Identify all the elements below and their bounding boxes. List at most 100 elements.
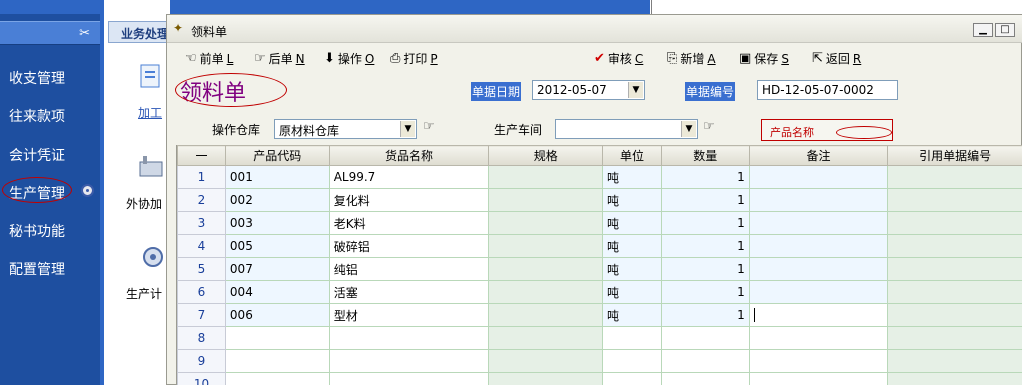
cell-code[interactable]: 006	[224, 303, 330, 327]
cell-note[interactable]	[748, 211, 889, 235]
table-row[interactable]: 8	[177, 326, 1022, 350]
table-row[interactable]: 3 003 老K料 吨 1	[177, 211, 1022, 235]
cell-code[interactable]: 001	[224, 165, 330, 189]
prev-button[interactable]: ☜ 前单 L	[185, 50, 233, 67]
cell-name[interactable]: 型材	[328, 303, 490, 327]
sidebar-item-config[interactable]: 配置管理	[9, 259, 65, 279]
cell-name[interactable]: 复化料	[328, 188, 490, 212]
row-number[interactable]: 10	[177, 372, 226, 385]
pin-icon[interactable]: ✂	[79, 26, 90, 41]
cell-note[interactable]	[748, 234, 889, 258]
sidebar-item-finance[interactable]: 收支管理	[9, 68, 65, 88]
cell-ref[interactable]	[887, 349, 1022, 373]
cell-code[interactable]	[224, 372, 330, 385]
column-header-unit[interactable]: 单位	[602, 145, 662, 166]
cell-note[interactable]	[748, 280, 889, 304]
row-number[interactable]: 5	[177, 257, 226, 281]
cell-spec[interactable]	[488, 349, 604, 373]
table-row[interactable]: 2 002 复化料 吨 1	[177, 188, 1022, 212]
next-button[interactable]: ☞ 后单 N	[254, 50, 305, 67]
cell-spec[interactable]	[488, 303, 604, 327]
cell-code[interactable]	[224, 326, 330, 350]
approve-button[interactable]: ✔ 审核 C	[594, 50, 643, 67]
column-header-ref[interactable]: 引用单据编号	[887, 145, 1022, 166]
cell-ref[interactable]	[887, 280, 1022, 304]
cell-code[interactable]: 005	[224, 234, 330, 258]
workshop-select[interactable]: ▼	[555, 119, 698, 139]
date-field[interactable]: 2012-05-07 ▼	[532, 80, 645, 100]
cell-qty[interactable]: 1	[660, 280, 750, 304]
cell-unit[interactable]: 吨	[602, 303, 662, 327]
cell-unit[interactable]: 吨	[602, 188, 662, 212]
chevron-down-icon[interactable]: ▼	[400, 121, 415, 137]
table-row[interactable]: 9	[177, 349, 1022, 373]
cell-note-editing[interactable]	[748, 303, 889, 327]
cell-ref[interactable]	[887, 372, 1022, 385]
maximize-button[interactable]: □	[995, 23, 1015, 37]
hand-pointer-icon[interactable]: ☞	[703, 119, 715, 134]
cell-spec[interactable]	[488, 188, 604, 212]
minimize-button[interactable]: ▁	[973, 23, 993, 37]
cell-unit[interactable]: 吨	[602, 280, 662, 304]
cell-code[interactable]: 007	[224, 257, 330, 281]
factory-icon[interactable]	[136, 152, 166, 180]
row-number[interactable]: 8	[177, 326, 226, 350]
back-button[interactable]: ⇱ 返回 R	[812, 50, 861, 67]
column-header-note[interactable]: 备注	[748, 145, 889, 166]
warehouse-select[interactable]: 原材料仓库 ▼	[274, 119, 417, 139]
cell-qty[interactable]	[660, 326, 750, 350]
business-item-outsourcing[interactable]: 外协加	[126, 195, 162, 212]
cell-spec[interactable]	[488, 372, 604, 385]
column-header-qty[interactable]: 数量	[660, 145, 750, 166]
cell-ref[interactable]	[887, 165, 1022, 189]
cell-note[interactable]	[748, 372, 889, 385]
column-header-name[interactable]: 货品名称	[328, 145, 490, 166]
cell-code[interactable]: 004	[224, 280, 330, 304]
row-number[interactable]: 7	[177, 303, 226, 327]
cell-unit[interactable]: 吨	[602, 165, 662, 189]
business-item-processing[interactable]: 加工	[138, 104, 162, 121]
cell-unit[interactable]: 吨	[602, 211, 662, 235]
add-button[interactable]: ⎘ 新增 A	[667, 50, 716, 67]
column-header-code[interactable]: 产品代码	[224, 145, 330, 166]
cell-note[interactable]	[748, 188, 889, 212]
cell-ref[interactable]	[887, 257, 1022, 281]
cell-ref[interactable]	[887, 303, 1022, 327]
cell-qty[interactable]	[660, 349, 750, 373]
cell-qty[interactable]: 1	[660, 165, 750, 189]
cell-code[interactable]: 002	[224, 188, 330, 212]
sidebar-item-accounts[interactable]: 往来款项	[9, 106, 65, 126]
cell-note[interactable]	[748, 165, 889, 189]
cell-qty[interactable]: 1	[660, 257, 750, 281]
cell-unit[interactable]: 吨	[602, 234, 662, 258]
cell-qty[interactable]: 1	[660, 303, 750, 327]
sidebar-item-secretary[interactable]: 秘书功能	[9, 221, 65, 241]
cell-qty[interactable]: 1	[660, 211, 750, 235]
cell-note[interactable]	[748, 349, 889, 373]
cell-code[interactable]	[224, 349, 330, 373]
row-number[interactable]: 6	[177, 280, 226, 304]
cell-name[interactable]: 纯铝	[328, 257, 490, 281]
gear-icon[interactable]	[138, 243, 168, 271]
cell-name[interactable]	[328, 349, 490, 373]
cell-code[interactable]: 003	[224, 211, 330, 235]
sidebar-item-vouchers[interactable]: 会计凭证	[9, 145, 65, 165]
cell-ref[interactable]	[887, 234, 1022, 258]
radio-dot-icon[interactable]	[81, 184, 94, 197]
row-number[interactable]: 4	[177, 234, 226, 258]
table-row[interactable]: 4 005 破碎铝 吨 1	[177, 234, 1022, 258]
cell-unit[interactable]	[602, 326, 662, 350]
cell-qty[interactable]: 1	[660, 234, 750, 258]
cell-ref[interactable]	[887, 326, 1022, 350]
cell-spec[interactable]	[488, 234, 604, 258]
cell-qty[interactable]: 1	[660, 188, 750, 212]
column-header-index[interactable]: 一	[177, 145, 226, 166]
cell-name[interactable]: 活塞	[328, 280, 490, 304]
number-field[interactable]: HD-12-05-07-0002	[757, 80, 898, 100]
cell-spec[interactable]	[488, 165, 604, 189]
cell-name[interactable]: AL99.7	[328, 165, 490, 189]
cell-qty[interactable]	[660, 372, 750, 385]
product-name-box[interactable]: 产品名称	[761, 119, 893, 141]
hand-pointer-icon[interactable]: ☞	[423, 119, 435, 134]
row-number[interactable]: 2	[177, 188, 226, 212]
